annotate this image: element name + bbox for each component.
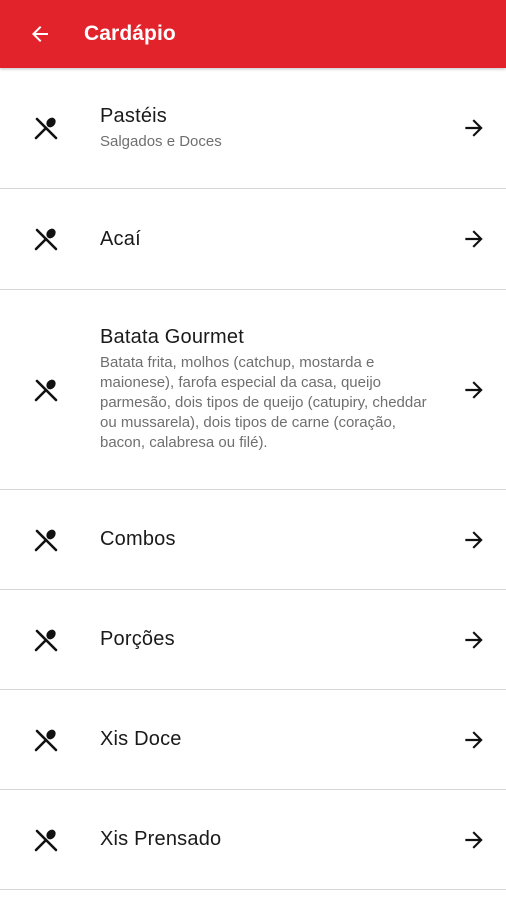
back-button[interactable] (4, 0, 76, 68)
item-title: Batata Gourmet (100, 326, 244, 348)
app-bar: Cardápio (0, 0, 506, 68)
arrow-right-icon (465, 730, 483, 749)
arrow-right-icon (465, 530, 483, 549)
fork-spoon-icon (34, 379, 58, 401)
menu-list: Pastéis Salgados e Doces Acaí Batata Gou… (0, 68, 506, 890)
menu-item-porcoes[interactable]: Porções (0, 590, 506, 690)
arrow-left-icon (32, 26, 48, 42)
menu-item-combos[interactable]: Combos (0, 490, 506, 590)
item-subtitle: Batata frita, molhos (catchup, mostarda … (100, 354, 427, 451)
item-title: Xis Prensado (100, 828, 222, 850)
arrow-right-icon (465, 630, 483, 649)
arrow-right-icon (465, 830, 483, 849)
item-title: Pastéis (100, 104, 167, 127)
item-title: Xis Doce (100, 728, 182, 750)
item-title: Combos (100, 528, 176, 550)
fork-spoon-icon (34, 117, 58, 140)
fork-spoon-icon (34, 829, 58, 851)
arrow-right-icon (465, 119, 483, 137)
menu-item-batata-gourmet[interactable]: Batata Gourmet Batata frita, molhos (cat… (0, 290, 506, 490)
page-title: Cardápio (84, 22, 176, 45)
item-subtitle: Salgados e Doces (100, 132, 222, 150)
fork-spoon-icon (34, 629, 58, 651)
arrow-right-icon (465, 380, 483, 399)
item-title: Acaí (100, 227, 141, 250)
fork-spoon-icon (34, 729, 58, 751)
item-title: Porções (100, 628, 175, 650)
menu-item-xis-prensado[interactable]: Xis Prensado (0, 790, 506, 890)
menu-item-acai[interactable]: Acaí (0, 189, 506, 290)
menu-item-xis-doce[interactable]: Xis Doce (0, 690, 506, 790)
fork-spoon-icon (34, 529, 58, 551)
menu-item-pasteis[interactable]: Pastéis Salgados e Doces (0, 68, 506, 189)
fork-spoon-icon (34, 228, 58, 251)
arrow-right-icon (465, 230, 483, 248)
